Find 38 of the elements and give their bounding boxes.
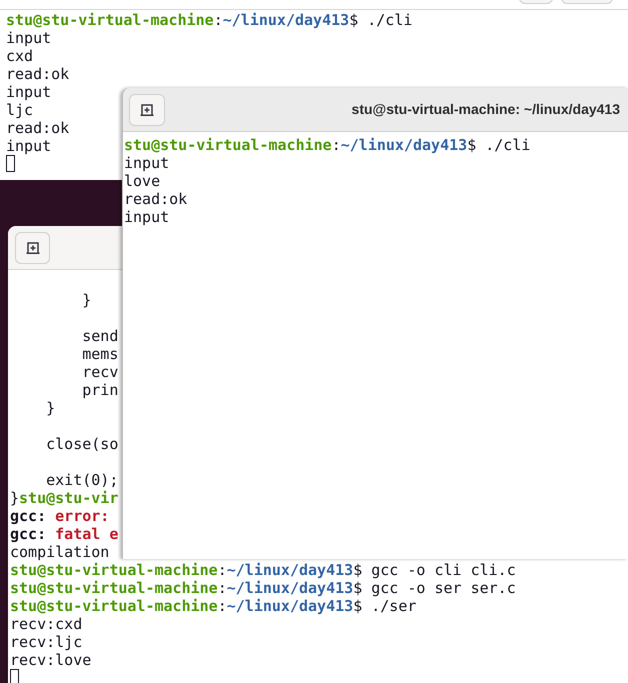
terminal-line: prin bbox=[81, 381, 118, 399]
new-tab-button[interactable] bbox=[15, 232, 50, 264]
terminal-line: close(so bbox=[45, 435, 118, 453]
terminal-line: gcc: error: bbox=[10, 507, 110, 525]
terminal-line: input bbox=[6, 83, 52, 101]
terminal-line: exit(0); bbox=[45, 471, 118, 489]
window-title: stu@stu-virtual-machine: ~/linux/day413 bbox=[352, 100, 620, 119]
text-cursor bbox=[10, 669, 19, 683]
terminal-line: ljc bbox=[6, 101, 34, 119]
terminal-line: input bbox=[6, 137, 52, 155]
terminal-line: mems bbox=[81, 345, 118, 363]
terminal-line: cxd bbox=[6, 47, 34, 65]
terminal-line: read:ok bbox=[6, 119, 70, 137]
terminal-line: compilation bbox=[10, 543, 110, 561]
terminal-line: recv:love bbox=[10, 651, 92, 669]
terminal-line: stu@stu-virtual-machine:~/linux/day413$ gcc -o ser ser.c bbox=[10, 579, 516, 597]
terminal-line: read:ok bbox=[124, 190, 188, 208]
terminal-line: input bbox=[124, 208, 170, 226]
terminal-line: recv:ljc bbox=[10, 633, 82, 651]
terminal-line: stu@stu-virtual-machine:~/linux/day413$ ./cli bbox=[124, 136, 530, 154]
terminal-line: input bbox=[124, 154, 170, 172]
terminal-line: gcc: fatal e bbox=[10, 525, 118, 543]
terminal-line: read:ok bbox=[6, 65, 70, 83]
terminal-line: }stu@stu-vir bbox=[10, 489, 118, 507]
terminal-line: stu@stu-virtual-machine:~/linux/day413$ ./ser bbox=[10, 597, 416, 615]
terminal-line: stu@stu-virtual-machine:~/linux/day413$ gcc -o cli cli.c bbox=[10, 561, 516, 579]
terminal-line: } bbox=[45, 399, 56, 417]
text-cursor bbox=[6, 155, 15, 172]
new-tab-button[interactable] bbox=[129, 94, 165, 126]
terminal-line: love bbox=[124, 172, 160, 190]
new-tab-icon bbox=[26, 241, 40, 254]
new-tab-icon bbox=[140, 103, 154, 116]
terminal-line: recv:cxd bbox=[10, 615, 82, 633]
terminal-line: } bbox=[81, 291, 92, 309]
terminal-line: input bbox=[6, 29, 52, 47]
terminal-line: send bbox=[81, 327, 118, 345]
terminal-line: recv bbox=[81, 363, 118, 381]
terminal-line: stu@stu-virtual-machine:~/linux/day413$ ./cli bbox=[6, 11, 412, 29]
